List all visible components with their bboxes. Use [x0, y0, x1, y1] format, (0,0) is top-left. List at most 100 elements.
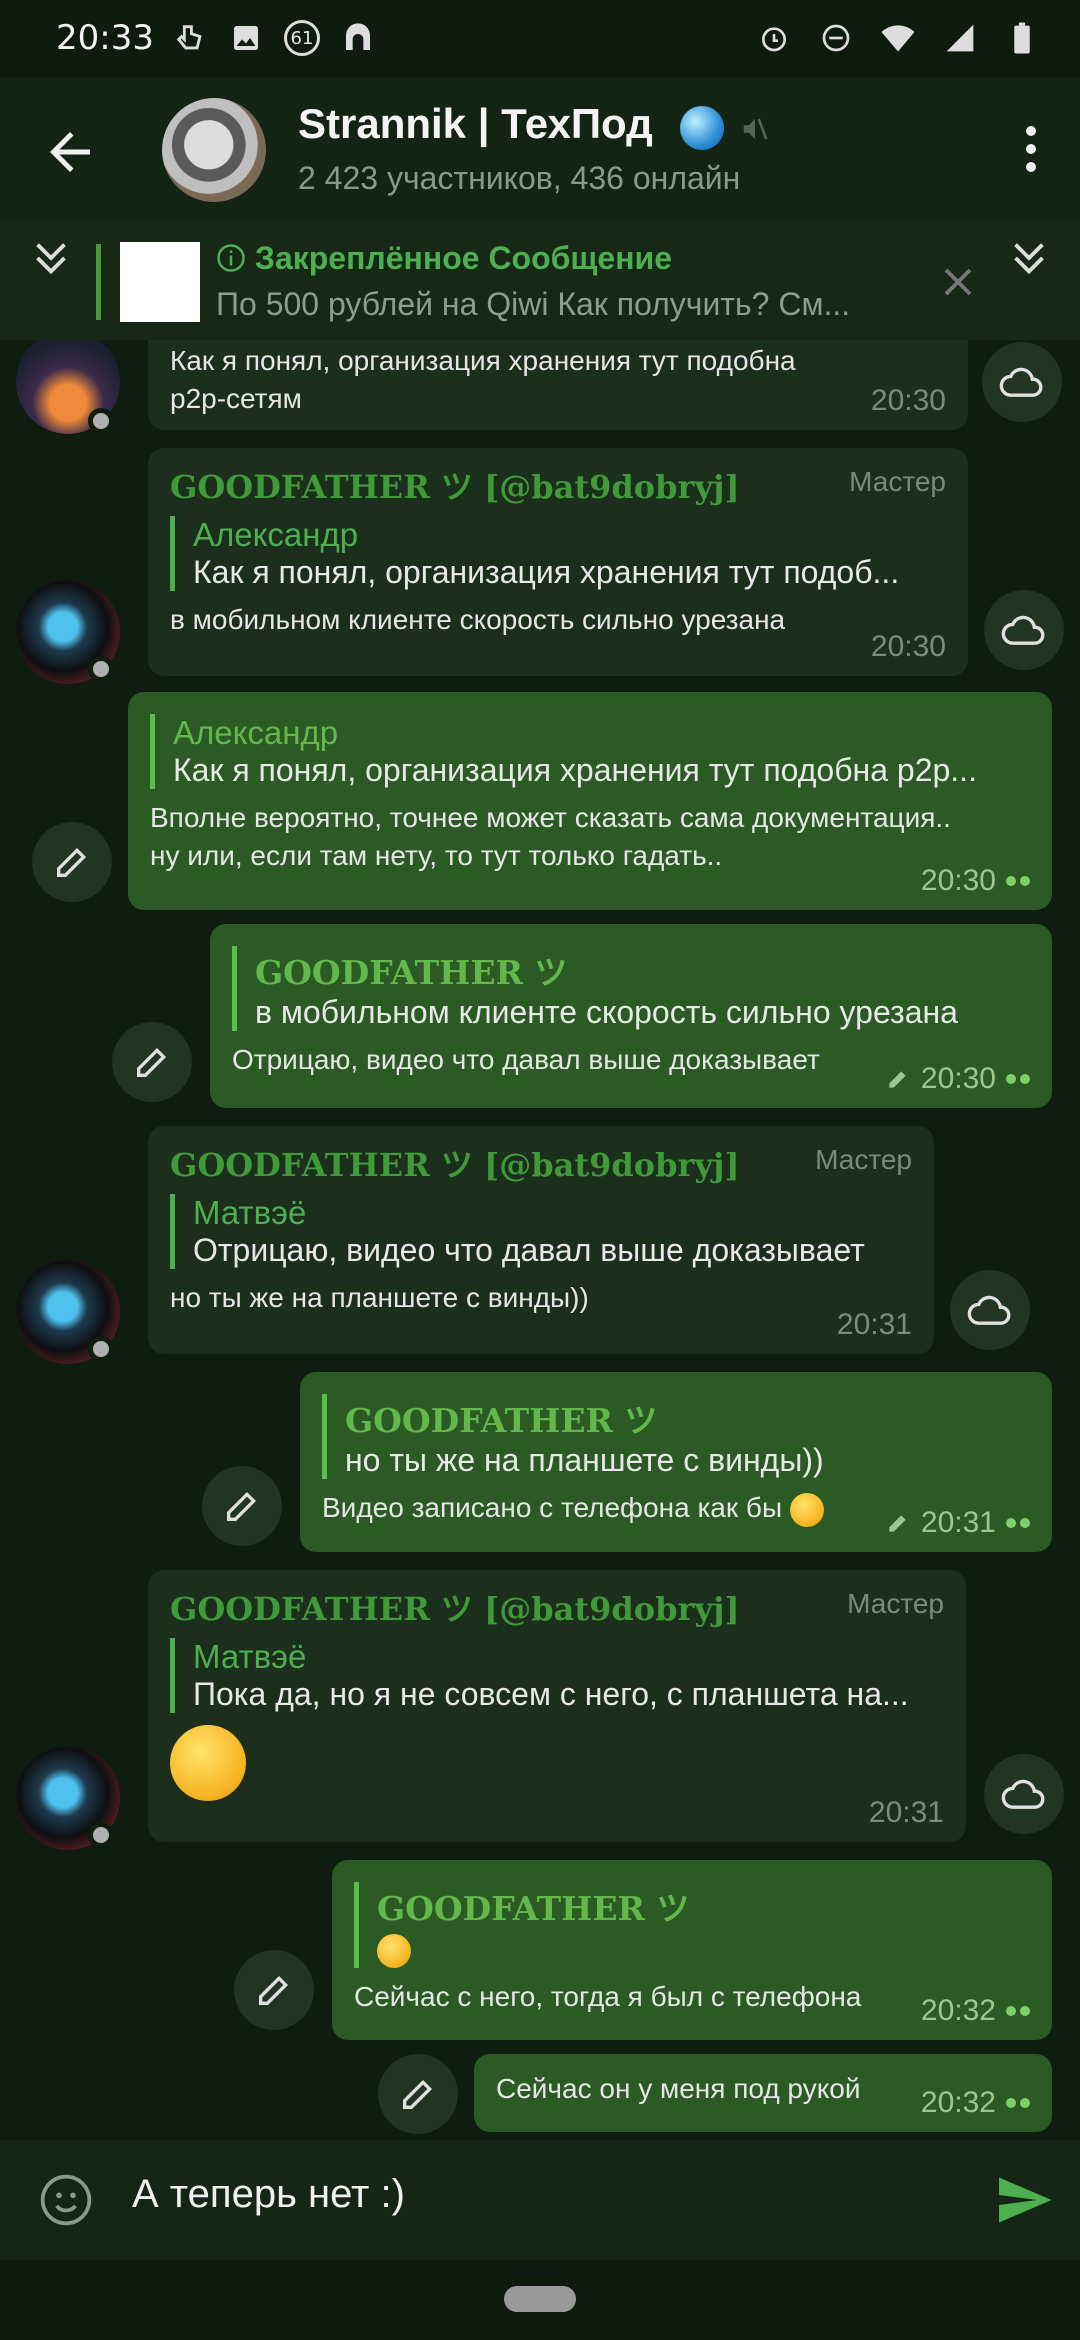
online-indicator	[88, 1822, 114, 1848]
edit-pencil-icon[interactable]	[234, 1950, 314, 2030]
reply-text: но ты же на планшете с винды))	[345, 1442, 824, 1478]
back-arrow-icon[interactable]	[40, 122, 100, 182]
reply-quote[interactable]: Матвэё Отрицаю, видео что давал выше док…	[170, 1194, 912, 1269]
reply-name: Матвэё	[193, 1194, 307, 1231]
send-icon[interactable]	[994, 2170, 1054, 2230]
alarm-icon	[756, 20, 792, 56]
pinned-title-text: Закреплённое Сообщение	[254, 240, 672, 276]
message-text: Видео записано с телефона как бы	[322, 1492, 783, 1523]
more-options-icon[interactable]	[1026, 126, 1040, 172]
reply-name: Александр	[173, 714, 339, 751]
edit-pencil-icon[interactable]	[378, 2054, 458, 2134]
reply-text: Как я понял, организация хранения тут по…	[193, 554, 900, 590]
reply-name: GOODFATHER ツ	[345, 1401, 658, 1440]
reply-quote[interactable]: Матвэё Пока да, но я не совсем с него, с…	[170, 1638, 944, 1713]
thinking-face-emoji-icon	[789, 1492, 824, 1527]
home-gesture-pill[interactable]	[504, 2286, 576, 2312]
message-bubble[interactable]: GOODFATHER ツ [@bat9dobryj] Мастер Матвэё…	[148, 1570, 966, 1842]
member-role: Мастер	[847, 1588, 944, 1619]
pinned-text: По 500 рублей на Qiwi Как получить? См..…	[216, 286, 851, 322]
cloud-icon[interactable]	[984, 590, 1064, 670]
message-bubble[interactable]: GOODFATHER ツ [@bat9dobryj] Мастер Матвэё…	[148, 1126, 934, 1354]
cloud-icon[interactable]	[982, 342, 1062, 422]
read-checks-icon	[1006, 1074, 1030, 1084]
message-text: Вполне вероятно, точнее может сказать са…	[150, 802, 951, 871]
edit-pencil-icon[interactable]	[112, 1022, 192, 1102]
edit-pencil-icon[interactable]	[202, 1466, 282, 1546]
message-bubble[interactable]: GOODFATHER ツ в мобильном клиенте скорост…	[210, 924, 1052, 1108]
read-checks-icon	[1006, 2006, 1030, 2016]
signal-icon	[942, 20, 978, 56]
reply-quote[interactable]: Александр Как я понял, организация хране…	[150, 714, 1030, 789]
read-checks-icon	[1006, 1518, 1030, 1528]
reply-name: GOODFATHER ツ	[255, 953, 568, 992]
message-text: Как я понял, организация хранения тут по…	[170, 345, 796, 414]
member-role: Мастер	[815, 1144, 912, 1175]
sender-name[interactable]: GOODFATHER ツ [@bat9dobryj]	[170, 1584, 944, 1630]
sender-name[interactable]: GOODFATHER ツ [@bat9dobryj]	[170, 1140, 912, 1186]
message-bubble[interactable]: Александр Как я понял, организация хране…	[128, 692, 1052, 910]
chevron-down-double-icon[interactable]	[1006, 230, 1052, 286]
thinking-face-emoji-icon	[170, 1725, 246, 1801]
message-input[interactable]: А теперь нет :)	[132, 2172, 405, 2217]
reply-name: Александр	[193, 516, 359, 553]
online-indicator	[88, 408, 114, 434]
wifi-icon	[880, 20, 916, 56]
message-time: 20:32	[920, 2086, 996, 2119]
read-checks-icon	[1006, 876, 1030, 886]
chat-title[interactable]: Strannik | ТехПод	[298, 100, 653, 148]
reply-text: Пока да, но я не совсем с него, с планше…	[193, 1676, 909, 1712]
read-checks-icon	[1006, 2098, 1030, 2108]
reply-name: Матвэё	[193, 1638, 307, 1675]
arch-icon	[340, 20, 376, 56]
sender-name[interactable]: GOODFATHER ツ [@bat9dobryj]	[170, 462, 946, 508]
info-icon	[217, 244, 245, 272]
message-time: 20:30	[870, 630, 946, 663]
message-bubble[interactable]: Сейчас он у меня под рукой 20:32	[474, 2054, 1052, 2132]
notification-count-badge: 61	[284, 20, 320, 56]
reply-text: Как я понял, организация хранения тут по…	[173, 752, 977, 788]
dnd-icon	[818, 20, 854, 56]
gesture-icon	[172, 20, 208, 56]
reply-text: в мобильном клиенте скорость сильно урез…	[255, 994, 958, 1030]
cloud-icon[interactable]	[984, 1754, 1064, 1834]
muted-icon	[740, 114, 770, 144]
crystal-ball-icon	[680, 106, 724, 150]
edited-pencil-icon	[889, 1515, 906, 1532]
reply-quote[interactable]: Александр Как я понял, организация хране…	[170, 516, 946, 591]
close-icon[interactable]	[940, 264, 976, 300]
emoji-icon[interactable]	[38, 2172, 94, 2228]
chat-header: Strannik | ТехПод 2 423 участников, 436 …	[0, 78, 1080, 220]
pinned-thumbnail	[120, 242, 200, 322]
online-indicator	[88, 656, 114, 682]
message-time: 20:31	[868, 1796, 944, 1829]
reply-text: Отрицаю, видео что давал выше доказывает	[193, 1232, 865, 1268]
message-bubble[interactable]: GOODFATHER ツ Сейчас с него, тогда я был …	[332, 1860, 1052, 2040]
thinking-face-emoji-icon	[377, 1934, 411, 1968]
member-role: Мастер	[849, 466, 946, 497]
cloud-icon[interactable]	[950, 1270, 1030, 1350]
message-text: но ты же на планшете с винды))	[170, 1282, 589, 1313]
message-bubble[interactable]: GOODFATHER ツ [@bat9dobryj] Мастер Алекса…	[148, 448, 968, 676]
chevron-down-double-icon[interactable]	[28, 230, 74, 286]
edit-pencil-icon[interactable]	[32, 822, 112, 902]
message-text: в мобильном клиенте скорость сильно урез…	[170, 604, 786, 635]
message-list[interactable]: Как я понял, организация хранения тут по…	[0, 340, 1080, 2140]
reply-quote[interactable]: GOODFATHER ツ	[354, 1882, 1030, 1968]
message-input-bar: А теперь нет :)	[0, 2140, 1080, 2260]
message-bubble[interactable]: GOODFATHER ツ но ты же на планшете с винд…	[300, 1372, 1052, 1552]
edited-pencil-icon	[889, 1071, 906, 1088]
reply-quote[interactable]: GOODFATHER ツ но ты же на планшете с винд…	[322, 1394, 1030, 1479]
pinned-accent-bar	[96, 244, 101, 320]
battery-icon	[1004, 20, 1040, 56]
status-time: 20:33	[56, 18, 154, 58]
reply-quote[interactable]: GOODFATHER ツ в мобильном клиенте скорост…	[232, 946, 1030, 1031]
message-bubble[interactable]: Как я понял, организация хранения тут по…	[148, 340, 968, 430]
status-bar: 20:33 61	[0, 0, 1080, 78]
online-indicator	[88, 1336, 114, 1362]
chat-avatar[interactable]	[162, 98, 266, 202]
pinned-message-bar[interactable]: Закреплённое Сообщение По 500 рублей на …	[0, 220, 1080, 340]
message-time: 20:31	[920, 1506, 996, 1539]
pinned-title: Закреплённое Сообщение	[216, 240, 672, 277]
system-nav-bar	[0, 2260, 1080, 2340]
